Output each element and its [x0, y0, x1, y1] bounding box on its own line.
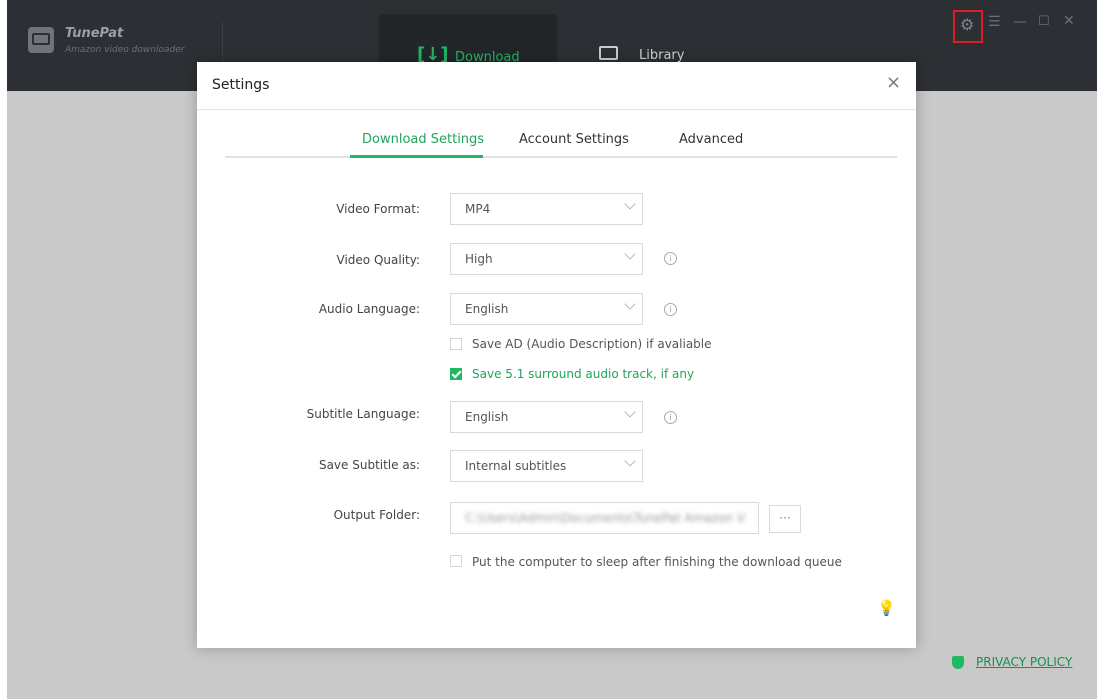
tab-library-label: Library [639, 48, 685, 63]
minimize-icon[interactable]: — [1013, 14, 1027, 30]
lightbulb-icon[interactable]: 💡 [877, 599, 896, 617]
menu-icon[interactable]: ☰ [988, 14, 1001, 30]
sleep-label: Put the computer to sleep after finishin… [472, 555, 842, 569]
video-format-label: Video Format: [336, 202, 420, 216]
info-icon[interactable]: i [664, 411, 677, 424]
dialog-divider [197, 109, 916, 110]
save-subtitle-select[interactable]: Internal subtitles [450, 450, 643, 482]
app-logo-icon [28, 27, 54, 53]
audio-language-value: English [465, 302, 509, 316]
browse-button[interactable]: ··· [769, 505, 801, 533]
close-icon[interactable]: ✕ [1063, 13, 1075, 29]
save-ad-checkbox[interactable] [450, 338, 462, 350]
chevron-down-icon [624, 248, 636, 260]
settings-button[interactable]: ⚙ [953, 10, 983, 43]
output-folder-label: Output Folder: [333, 508, 420, 522]
info-icon[interactable]: i [664, 252, 677, 265]
save-ad-label: Save AD (Audio Description) if avaliable [472, 337, 712, 351]
tab-account-settings[interactable]: Account Settings [519, 132, 629, 147]
gear-icon: ⚙ [960, 15, 975, 34]
save-subtitle-value: Internal subtitles [465, 459, 567, 473]
subtitle-language-select[interactable]: English [450, 401, 643, 433]
chevron-down-icon [624, 298, 636, 310]
privacy-policy-label: PRIVACY POLICY [976, 655, 1073, 669]
save-51-checkbox[interactable] [450, 368, 462, 380]
dialog-title: Settings [212, 77, 270, 93]
chevron-down-icon [624, 198, 636, 210]
title-separator [222, 22, 223, 66]
tab-bar-line [225, 156, 897, 158]
video-quality-label: Video Quality: [336, 253, 420, 267]
subtitle-language-label: Subtitle Language: [306, 407, 420, 421]
sleep-checkbox[interactable] [450, 555, 462, 567]
app-subtitle: Amazon video downloader [65, 45, 185, 55]
monitor-icon [599, 46, 618, 65]
output-folder-input[interactable]: C:\Users\Admin\Documents\TunePat Amazon … [450, 502, 759, 534]
save-subtitle-label: Save Subtitle as: [318, 458, 420, 472]
active-tab-indicator [350, 155, 483, 158]
video-quality-value: High [465, 252, 493, 266]
privacy-policy-link[interactable]: PRIVACY POLICY [952, 655, 1072, 669]
chevron-down-icon [624, 406, 636, 418]
dialog-close-icon[interactable]: × [886, 72, 901, 93]
settings-dialog: Settings × Download Settings Account Set… [197, 62, 916, 648]
subtitle-language-value: English [465, 410, 509, 424]
app-name: TunePat [65, 26, 124, 41]
save-51-label: Save 5.1 surround audio track, if any [472, 367, 695, 381]
shield-icon [952, 655, 964, 669]
chevron-down-icon [624, 455, 636, 467]
audio-language-label: Audio Language: [318, 302, 420, 316]
video-format-select[interactable]: MP4 [450, 193, 643, 225]
maximize-icon[interactable]: ☐ [1038, 14, 1050, 29]
audio-language-select[interactable]: English [450, 293, 643, 325]
tab-download-settings[interactable]: Download Settings [362, 132, 484, 147]
tab-advanced[interactable]: Advanced [679, 132, 743, 147]
info-icon[interactable]: i [664, 303, 677, 316]
output-folder-value: C:\Users\Admin\Documents\TunePat Amazon … [465, 511, 746, 525]
video-format-value: MP4 [465, 202, 491, 216]
video-quality-select[interactable]: High [450, 243, 643, 275]
